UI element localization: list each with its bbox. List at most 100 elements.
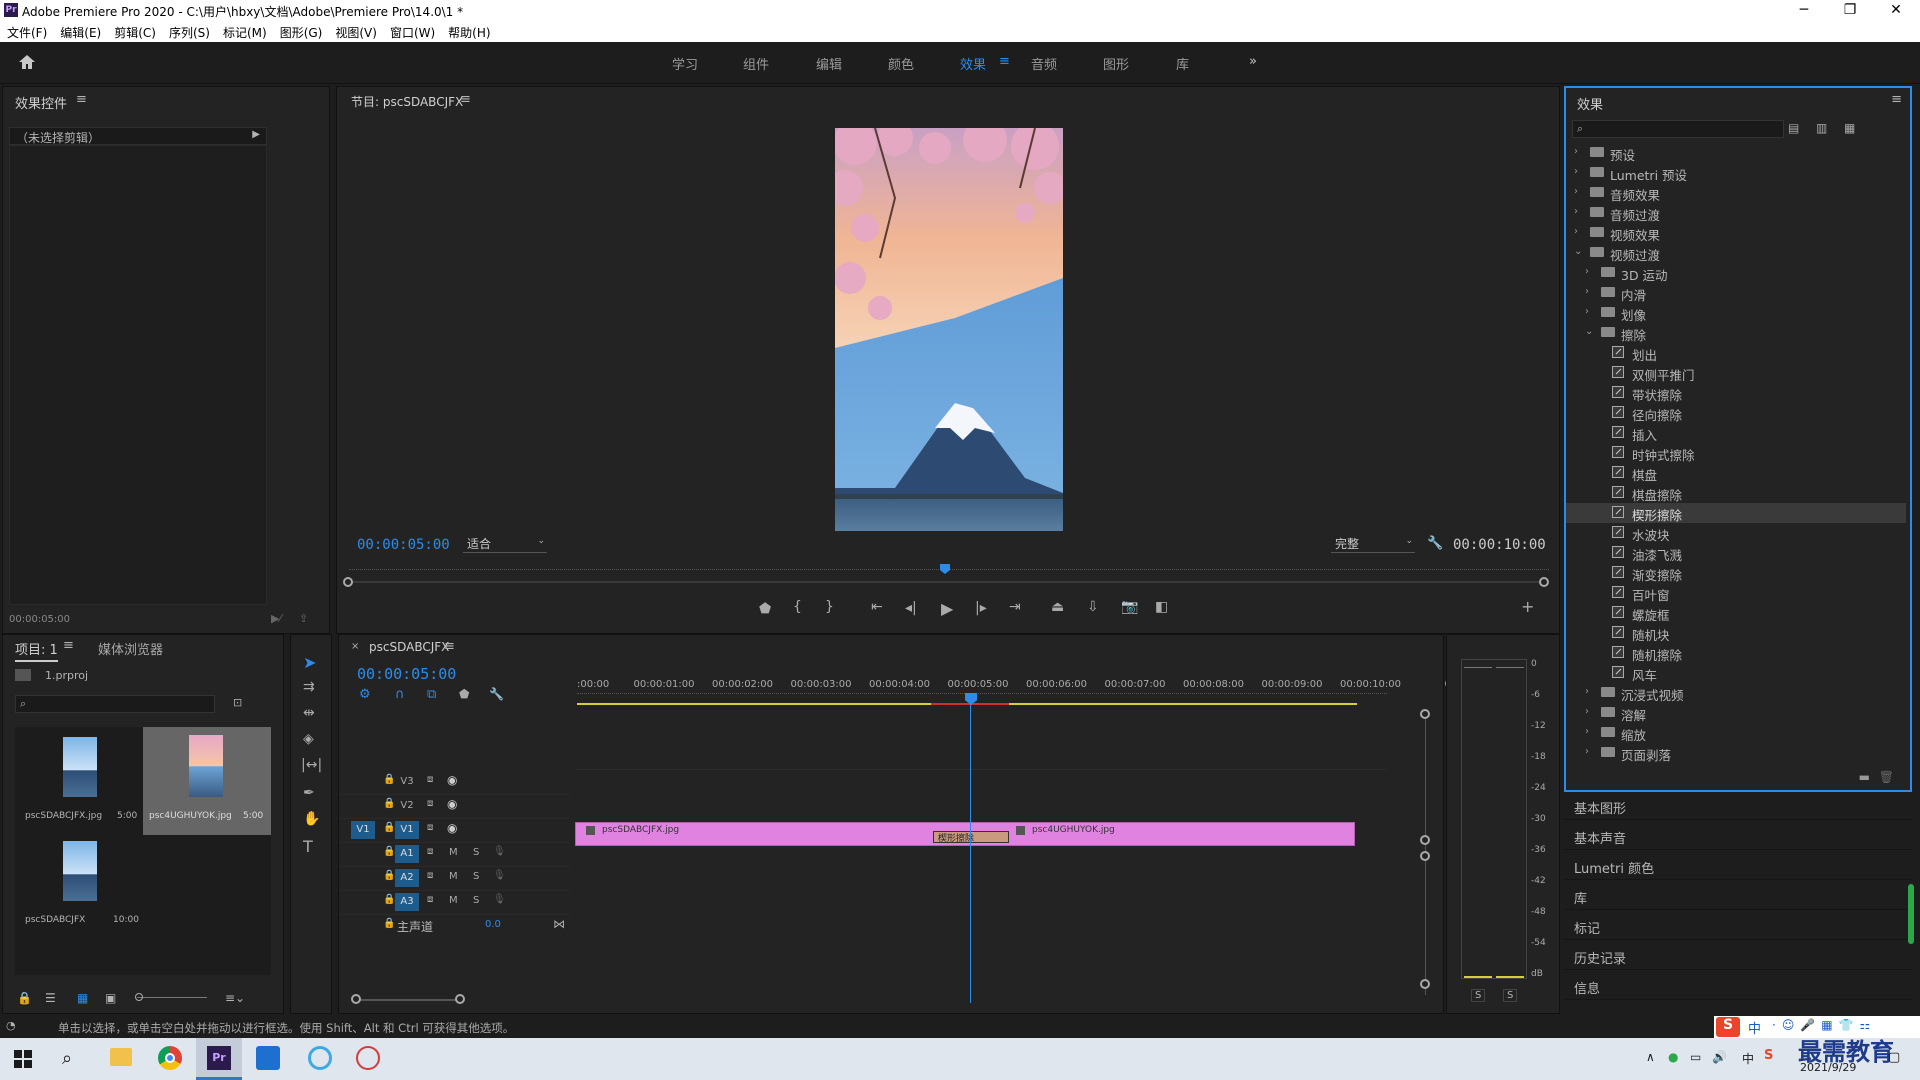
zoom-bar[interactable] xyxy=(349,581,1549,583)
track-select-tool-icon[interactable]: ⇉ xyxy=(303,679,315,695)
panel-menu-icon[interactable]: ≡ xyxy=(1891,92,1902,107)
panel-menu-icon[interactable]: ≡ xyxy=(76,92,87,107)
master-volume-value[interactable]: 0.0 xyxy=(485,919,501,930)
effects-tree-item[interactable]: 带状擦除 xyxy=(1566,383,1906,403)
essential-graphics-panel[interactable]: 基本图形 xyxy=(1564,792,1912,820)
effects-tree-item[interactable]: ⌄ 擦除 xyxy=(1566,323,1906,343)
chevron-right-icon[interactable]: › xyxy=(1585,266,1589,277)
lift-icon[interactable]: ⏏ xyxy=(1051,599,1064,615)
add-marker-icon[interactable]: ⬟ xyxy=(459,687,469,701)
search-icon[interactable]: ⌕ xyxy=(62,1048,72,1069)
zoom-handle-right[interactable] xyxy=(1539,577,1549,587)
track-lock-icon[interactable]: 🔒 xyxy=(383,774,395,785)
effects-tree-item[interactable]: › Lumetri 预设 xyxy=(1566,163,1906,183)
volume-icon[interactable]: 🔊 xyxy=(1712,1050,1727,1064)
quality-dropdown[interactable]: 完整 ⌄ xyxy=(1331,535,1415,553)
workspace-tab-effects[interactable]: 效果 xyxy=(960,54,986,73)
sogou-icon[interactable]: S xyxy=(1716,1017,1740,1037)
lumetri-color-panel[interactable]: Lumetri 颜色 xyxy=(1564,852,1912,880)
chevron-right-icon[interactable]: › xyxy=(1585,706,1589,717)
effects-tree-item[interactable]: 百叶窗 xyxy=(1566,583,1906,603)
snap-icon[interactable]: ∩ xyxy=(395,687,405,702)
mute-button[interactable]: M xyxy=(449,847,458,858)
workspace-tab-graphics[interactable]: 图形 xyxy=(1103,54,1129,73)
linked-selection-icon[interactable]: ⧉ xyxy=(427,687,436,702)
chevron-right-icon[interactable]: › xyxy=(1585,686,1589,697)
chevron-right-icon[interactable]: › xyxy=(1585,746,1589,757)
pen-tool-icon[interactable]: ✒ xyxy=(303,785,315,801)
tab-media-browser[interactable]: 媒体浏览器 xyxy=(98,639,163,658)
effects-tree-item[interactable]: › 页面剥落 xyxy=(1566,743,1906,763)
solo-right-button[interactable]: S xyxy=(1503,989,1518,1002)
notification-icon[interactable]: ▢ xyxy=(1888,1050,1900,1065)
sync-lock-icon[interactable]: ⧈ xyxy=(427,798,433,809)
type-tool-icon[interactable]: T xyxy=(303,837,313,856)
track-target-a2[interactable]: A2 xyxy=(395,869,419,887)
close-tab-icon[interactable]: × xyxy=(351,641,359,652)
effects-tree-item[interactable]: ⌄ 视频过渡 xyxy=(1566,243,1906,263)
filter-icon[interactable]: ▶⁄ xyxy=(271,612,281,625)
menu-edit[interactable]: 编辑(E) xyxy=(53,20,107,41)
effects-tree-item[interactable]: 楔形擦除 xyxy=(1566,503,1906,523)
mute-button[interactable]: M xyxy=(449,895,458,906)
libraries-panel[interactable]: 库 xyxy=(1564,882,1912,910)
horizontal-zoom-bar[interactable] xyxy=(355,999,459,1001)
essential-sound-panel[interactable]: 基本声音 xyxy=(1564,822,1912,850)
workspace-tab-libraries[interactable]: 库 xyxy=(1176,54,1189,73)
effects-tree-item[interactable]: 渐变擦除 xyxy=(1566,563,1906,583)
effects-tree-item[interactable]: › 预设 xyxy=(1566,143,1906,163)
menu-window[interactable]: 窗口(W) xyxy=(383,20,441,41)
step-forward-icon[interactable]: |▸ xyxy=(975,600,987,616)
menu-markers[interactable]: 标记(M) xyxy=(216,20,273,41)
track-lock-icon[interactable]: 🔒 xyxy=(383,870,395,881)
chevron-right-icon[interactable]: › xyxy=(1585,286,1589,297)
accelerated-effects-icon[interactable]: ▤ xyxy=(1788,121,1799,135)
eye-icon[interactable]: ◉ xyxy=(447,797,457,811)
track-lock-icon[interactable]: 🔒 xyxy=(383,846,395,857)
track-lock-icon[interactable]: 🔒 xyxy=(383,822,395,833)
windows-start-icon[interactable] xyxy=(14,1050,32,1068)
lock-icon[interactable]: 🔒 xyxy=(17,991,32,1005)
effects-tree-item[interactable]: › 内滑 xyxy=(1566,283,1906,303)
zoom-slider[interactable] xyxy=(137,997,207,998)
effects-tree-item[interactable]: 油漆飞溅 xyxy=(1566,543,1906,563)
effects-tree-item[interactable]: 棋盘 xyxy=(1566,463,1906,483)
wrench-icon[interactable]: 🔧 xyxy=(489,687,504,701)
export-frame-icon[interactable]: 📷 xyxy=(1121,599,1138,615)
track-lock-icon[interactable]: 🔒 xyxy=(383,798,395,809)
tab-project[interactable]: 项目: 1 xyxy=(15,639,58,662)
effects-tree-item[interactable]: › 音频效果 xyxy=(1566,183,1906,203)
scroll-handle-v[interactable] xyxy=(1420,835,1430,845)
sync-lock-icon[interactable]: ⧈ xyxy=(427,870,433,881)
32bit-effects-icon[interactable]: ▥ xyxy=(1816,121,1827,135)
track-target-a3[interactable]: A3 xyxy=(395,893,419,911)
hand-tool-icon[interactable]: ✋ xyxy=(303,811,320,827)
workspace-menu-icon[interactable]: ≡ xyxy=(999,54,1010,69)
play-icon[interactable]: ▶ xyxy=(941,599,953,618)
scroll-handle-a[interactable] xyxy=(1420,851,1430,861)
button-editor-icon[interactable]: + xyxy=(1521,597,1534,616)
program-playhead[interactable] xyxy=(940,564,950,574)
voiceover-mic-icon[interactable]: 🎙 xyxy=(493,846,506,857)
workspace-tab-learn[interactable]: 学习 xyxy=(672,54,698,73)
mute-button[interactable]: M xyxy=(449,871,458,882)
tray-arrow-icon[interactable]: ∧ xyxy=(1646,1050,1655,1064)
menu-file[interactable]: 文件(F) xyxy=(0,20,53,41)
solo-button[interactable]: S xyxy=(473,871,479,882)
icon-view-icon[interactable]: ▦ xyxy=(77,991,88,1005)
effects-tree-item[interactable]: 随机擦除 xyxy=(1566,643,1906,663)
chevron-right-icon[interactable]: › xyxy=(1574,146,1578,157)
delete-icon[interactable]: 🗑 xyxy=(1879,770,1894,784)
workspace-tab-assembly[interactable]: 组件 xyxy=(743,54,769,73)
selection-tool-icon[interactable]: ➤ xyxy=(303,653,316,672)
chevron-right-icon[interactable]: › xyxy=(1574,186,1578,197)
history-panel[interactable]: 历史记录 xyxy=(1564,942,1912,970)
chevron-down-icon[interactable]: ⌄ xyxy=(1574,246,1582,257)
chevron-right-icon[interactable]: › xyxy=(1585,306,1589,317)
chevron-right-icon[interactable]: › xyxy=(1574,206,1578,217)
yuv-effects-icon[interactable]: ▦ xyxy=(1844,121,1855,135)
home-icon[interactable] xyxy=(18,54,36,70)
track-lock-icon[interactable]: 🔒 xyxy=(383,894,395,905)
menu-help[interactable]: 帮助(H) xyxy=(441,20,496,41)
sync-lock-icon[interactable]: ⧈ xyxy=(427,846,433,857)
